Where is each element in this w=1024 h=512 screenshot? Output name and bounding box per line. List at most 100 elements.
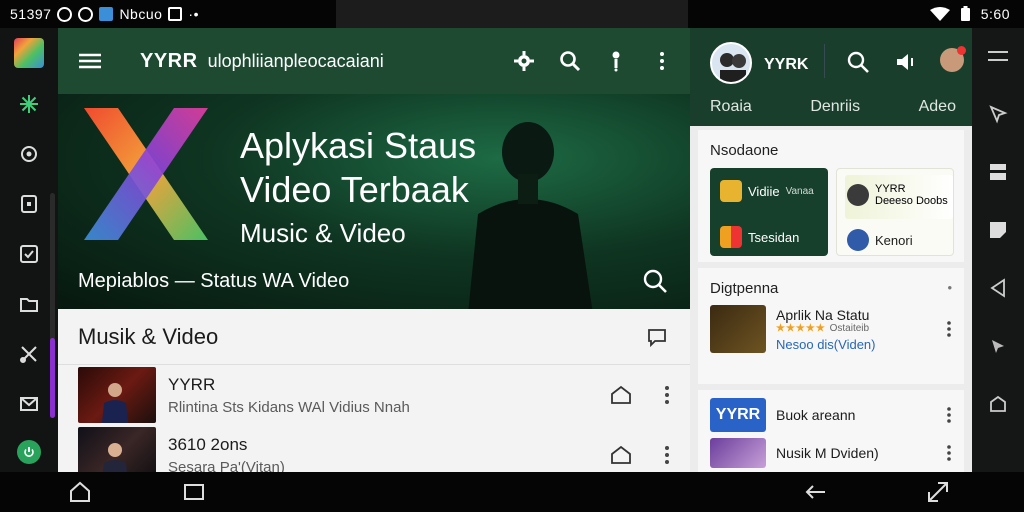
comment-icon[interactable] xyxy=(646,326,668,348)
video-meta: 3610 2ons Sesara Pa'(Vitan) xyxy=(168,435,610,473)
avatar xyxy=(847,184,869,206)
note-icon[interactable] xyxy=(986,218,1010,242)
video-list-item[interactable]: YYRR Rlintina Sts Kidans WAl Vidius Nnah xyxy=(58,365,690,425)
chevron-badge-icon xyxy=(847,229,869,251)
speaker-icon[interactable] xyxy=(894,50,918,74)
recents-icon[interactable] xyxy=(182,480,206,504)
divider xyxy=(824,44,825,78)
rail-scroll-thumb[interactable] xyxy=(50,338,55,418)
stars-glyphs: ★★★★★ xyxy=(776,322,826,334)
scissors-icon[interactable] xyxy=(15,340,43,368)
item-meta: Aprlik Na Statu ★★★★★ Ostaiteib Nesoo di… xyxy=(776,307,946,352)
tile-profile[interactable]: YYRR Deeeso Doobs Kenori xyxy=(836,168,954,256)
home-icon[interactable] xyxy=(68,480,92,504)
pointer-icon[interactable] xyxy=(986,334,1010,358)
more-notifs-icon: ·• xyxy=(188,6,199,22)
tile-video[interactable]: Vidiie Vanaa Tsesidan xyxy=(710,168,828,256)
rail-scrollbar[interactable] xyxy=(50,193,55,418)
marker-icon[interactable] xyxy=(604,49,628,73)
tab-roaia[interactable]: Roaia xyxy=(710,98,752,116)
tile-label-stack: YYRR Deeeso Doobs xyxy=(875,183,948,207)
card-nsodaone: Nsodaone Vidiie Vanaa Tsesidan YYRR Deee… xyxy=(698,130,964,262)
video-thumbnail[interactable] xyxy=(78,367,156,423)
back-icon[interactable] xyxy=(804,480,828,504)
list-item[interactable]: Nusik M Dviden) xyxy=(698,432,964,468)
search-icon[interactable] xyxy=(558,49,582,73)
section-title: Musik & Video xyxy=(78,323,219,349)
hero-banner[interactable]: Aplykasi Staus Video Terbaak Music & Vid… xyxy=(58,94,690,309)
tile-row: YYRR Deeeso Doobs xyxy=(847,183,948,207)
video-list-item[interactable]: 3610 2ons Sesara Pa'(Vitan) xyxy=(58,425,690,472)
right-tabs: Roaia Denriis Adeo xyxy=(690,98,972,116)
person-image xyxy=(102,383,128,423)
app-bar: YYRR ulophliianpleocacaiani xyxy=(58,28,690,94)
search-icon[interactable] xyxy=(642,268,668,294)
rating-text: Ostaiteib xyxy=(829,322,870,334)
tile-label: Vidiie xyxy=(748,183,780,199)
right-panel: YYRK Roaia Denriis Adeo Nsodaone Vidiie … xyxy=(690,28,972,472)
video-title: YYRR xyxy=(168,374,216,394)
video-thumbnail[interactable] xyxy=(78,427,156,472)
pinwheel-icon[interactable] xyxy=(15,90,43,118)
screen: 51397 Nbcuo ·• 5:60 YYRR ulophliianpleoc… xyxy=(0,0,1024,512)
list-item[interactable]: Aprlik Na Statu ★★★★★ Ostaiteib Nesoo di… xyxy=(698,297,964,353)
folder-icon[interactable] xyxy=(15,290,43,318)
main-panel: YYRR ulophliianpleocacaiani Aplykasi Sta… xyxy=(58,28,690,472)
tab-denriis[interactable]: Denriis xyxy=(810,98,860,116)
whatsapp-icon xyxy=(78,6,94,22)
hamburger-menu-icon[interactable] xyxy=(78,49,102,73)
split-screen-icon[interactable] xyxy=(986,44,1010,68)
power-icon[interactable] xyxy=(17,440,41,464)
right-rail xyxy=(972,28,1024,472)
tile-sublabel: Vanaa xyxy=(785,185,814,197)
rotate-icon[interactable] xyxy=(986,102,1010,126)
app-x-logo xyxy=(84,108,208,240)
profile-icon[interactable] xyxy=(940,46,966,72)
list-item[interactable]: YYRR Buok areann xyxy=(698,390,964,432)
app-logo-icon[interactable] xyxy=(14,38,44,68)
overflow-menu-icon[interactable] xyxy=(946,406,952,424)
overflow-menu-icon[interactable] xyxy=(664,385,670,405)
gear-icon[interactable] xyxy=(512,49,536,73)
overflow-menu-icon[interactable] xyxy=(664,445,670,465)
tile-label: Kenori xyxy=(875,232,913,248)
overflow-menu-icon[interactable] xyxy=(946,320,952,338)
gear-icon[interactable] xyxy=(15,140,43,168)
status-left: 51397 Nbcuo ·• xyxy=(0,6,336,22)
overflow-menu-icon[interactable] xyxy=(650,49,674,73)
share-icon[interactable] xyxy=(610,444,632,466)
status-bar: 51397 Nbcuo ·• 5:60 xyxy=(0,0,1024,28)
search-icon[interactable] xyxy=(846,50,870,74)
expand-icon[interactable] xyxy=(926,480,950,504)
overflow-menu-icon[interactable] xyxy=(946,444,952,462)
card-heading: Digtpenna xyxy=(710,280,779,297)
item-link[interactable]: Nesoo dis(Viden) xyxy=(776,337,946,352)
tablet-icon[interactable] xyxy=(15,190,43,218)
card-list: YYRR Buok areann Nusik M Dviden) xyxy=(698,390,964,472)
video-subtitle: Rlintina Sts Kidans WAl Vidius Nnah xyxy=(168,398,410,416)
card-more[interactable]: • xyxy=(947,270,952,295)
notification-dot xyxy=(957,46,966,55)
tab-adeo[interactable]: Adeo xyxy=(919,98,956,116)
window-icon[interactable] xyxy=(986,160,1010,184)
checkbox-icon[interactable] xyxy=(15,240,43,268)
card-header-row: Digtpenna • xyxy=(698,268,964,297)
right-header: YYRK Roaia Denriis Adeo xyxy=(690,28,972,126)
appbar-actions xyxy=(512,49,674,73)
play-badge-icon xyxy=(720,180,742,202)
share-icon[interactable] xyxy=(610,384,632,406)
system-nav-bar xyxy=(0,472,1024,512)
avatar[interactable] xyxy=(710,42,752,84)
battery-icon xyxy=(960,6,970,21)
tile-sublabel: Deeeso Doobs xyxy=(875,195,948,207)
status-time-left: 51397 xyxy=(10,6,52,22)
hero-title: Aplykasi Staus Video Terbaak xyxy=(240,125,477,210)
mail-icon[interactable] xyxy=(15,390,43,418)
video-title: 3610 2ons xyxy=(168,434,248,454)
cursor-icon[interactable] xyxy=(986,276,1010,300)
home-screen-icon[interactable] xyxy=(986,392,1010,416)
wifi-icon xyxy=(929,7,950,21)
item-thumbnail xyxy=(710,305,766,353)
item-meta: Buok areann xyxy=(776,407,946,423)
person-image xyxy=(103,443,127,472)
